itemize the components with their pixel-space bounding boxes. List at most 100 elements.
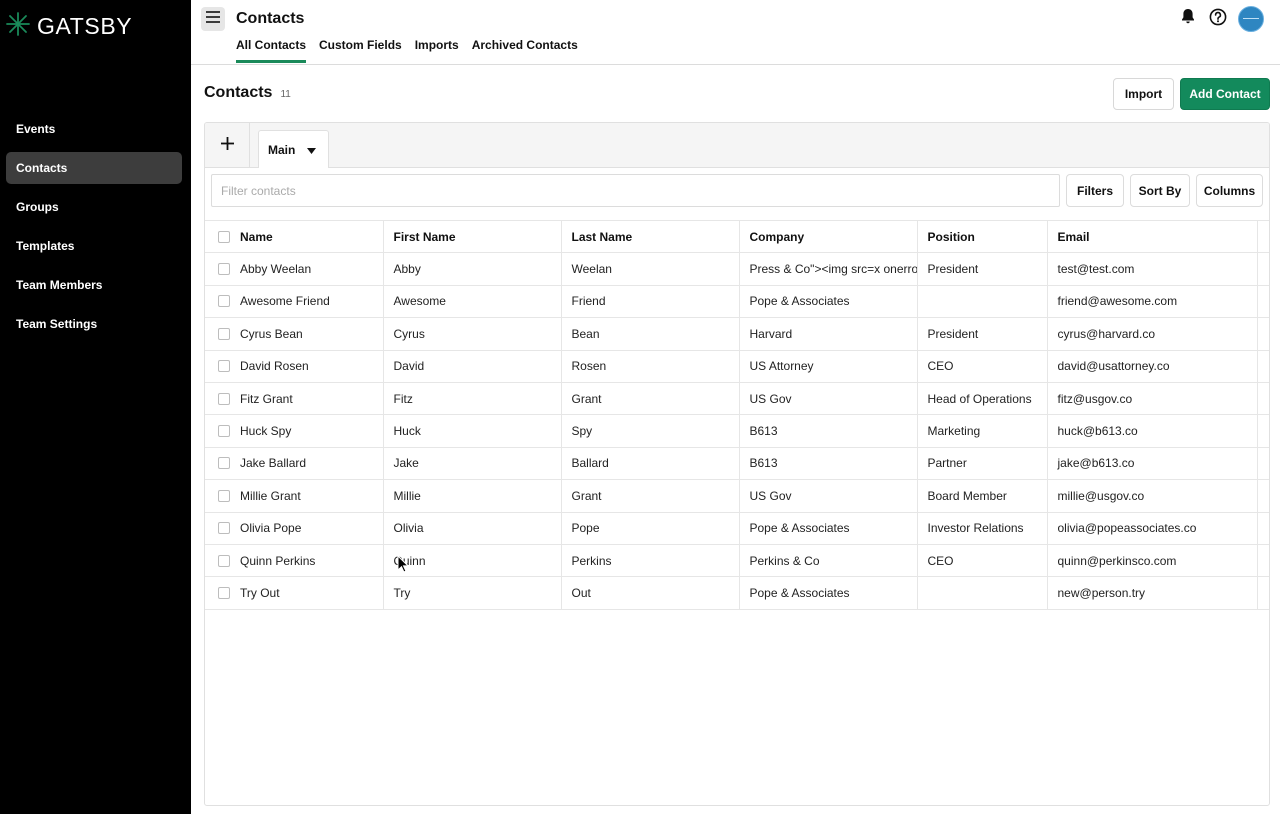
help-icon	[1209, 8, 1227, 31]
tab-archived-contacts[interactable]: Archived Contacts	[472, 38, 578, 63]
filters-button[interactable]: Filters	[1066, 174, 1124, 207]
table-row[interactable]: Cyrus Bean Cyrus Bean Harvard President cyrus…	[205, 317, 1269, 351]
row-checkbox[interactable]	[218, 586, 230, 599]
tab-imports[interactable]: Imports	[415, 38, 459, 63]
cell-company: Pope & Associates	[739, 285, 918, 319]
contact-name: Huck Spy	[240, 424, 292, 439]
cell-name: Quinn Perkins	[205, 544, 384, 578]
row-checkbox[interactable]	[218, 522, 230, 535]
view-tab-main[interactable]: Main	[258, 130, 329, 168]
header-actions	[1178, 6, 1264, 32]
table-row[interactable]: Olivia Pope Olivia Pope Pope & Associates In…	[205, 512, 1269, 545]
cell-email: david@usattorney.co	[1047, 350, 1258, 383]
cell-company: US Attorney	[739, 350, 918, 383]
cell-email: friend@awesome.com	[1047, 285, 1258, 319]
cell-name: Huck Spy	[205, 414, 384, 448]
table-row[interactable]: Quinn Perkins Quinn Perkins Perkins & Co CEO…	[205, 544, 1269, 578]
sidebar-item-contacts[interactable]: Contacts	[6, 152, 182, 184]
notifications-button[interactable]	[1178, 9, 1198, 29]
row-checkbox[interactable]	[218, 457, 230, 470]
cell-position: Head of Operations	[917, 382, 1048, 416]
column-header-label: Name	[240, 229, 273, 244]
column-header-first-name[interactable]: First Name	[383, 219, 562, 254]
import-button[interactable]: Import	[1113, 78, 1174, 110]
table-row[interactable]: Awesome Friend Awesome Friend Pope & Associ…	[205, 285, 1269, 319]
table-row[interactable]: Huck Spy Huck Spy B613 Marketing huck@b613.co	[205, 414, 1269, 448]
contact-name: Olivia Pope	[240, 521, 302, 536]
row-checkbox[interactable]	[218, 392, 230, 405]
cell-position	[917, 576, 1048, 610]
cell-first-name: Jake	[383, 447, 562, 481]
row-checkbox[interactable]	[218, 360, 230, 373]
help-button[interactable]	[1208, 8, 1228, 31]
filter-contacts-input[interactable]	[211, 174, 1060, 207]
cell-email: test@test.com	[1047, 252, 1258, 286]
tab-all-contacts[interactable]: All Contacts	[236, 38, 307, 63]
cell-email: millie@usgov.co	[1047, 479, 1258, 513]
sidebar-item-groups[interactable]: Groups	[6, 191, 182, 223]
cell-email: quinn@perkinsco.com	[1047, 544, 1258, 578]
select-all-checkbox[interactable]	[218, 230, 230, 243]
hamburger-menu-button[interactable]	[201, 7, 225, 31]
cell-last-name: Grant	[561, 382, 740, 416]
table-row[interactable]: David Rosen David Rosen US Attorney CEO david…	[205, 350, 1269, 383]
cell-email: fitz@usgov.co	[1047, 382, 1258, 416]
cell-last-name: Out	[561, 576, 740, 610]
contact-name: David Rosen	[240, 359, 309, 374]
row-checkbox[interactable]	[218, 263, 230, 276]
cell-name: Cyrus Bean	[205, 317, 384, 351]
cell-company: Pope & Associates	[739, 512, 918, 545]
cell-name: Fitz Grant	[205, 382, 384, 416]
cell-first-name: Quinn	[383, 544, 562, 578]
table-row[interactable]: Abby Weelan Abby Weelan Press & Co"><img sr…	[205, 252, 1269, 286]
app-root: GATSBY Events Contacts Groups Templates …	[0, 0, 1280, 814]
tab-custom-fields[interactable]: Custom Fields	[319, 38, 402, 63]
row-checkbox[interactable]	[218, 295, 230, 308]
table-row[interactable]: Millie Grant Millie Grant US Gov Board Membe…	[205, 479, 1269, 513]
cell-position: Board Member	[917, 479, 1048, 513]
columns-button[interactable]: Columns	[1196, 174, 1263, 207]
table-row[interactable]: Try Out Try Out Pope & Associates new@person…	[205, 576, 1269, 610]
row-checkbox[interactable]	[218, 327, 230, 340]
cell-company: US Gov	[739, 382, 918, 416]
sidebar-item-templates[interactable]: Templates	[6, 230, 182, 262]
view-tabs-bar: Main	[205, 123, 1269, 168]
cell-last-name: Pope	[561, 512, 740, 545]
cell-last-name: Perkins	[561, 544, 740, 578]
column-header-position[interactable]: Position	[917, 219, 1048, 254]
table-body: Abby Weelan Abby Weelan Press & Co"><img sr…	[205, 252, 1269, 610]
column-header-company[interactable]: Company	[739, 219, 918, 254]
row-checkbox[interactable]	[218, 425, 230, 438]
cell-spacer	[1257, 479, 1269, 513]
sort-by-button[interactable]: Sort By	[1130, 174, 1190, 207]
cell-last-name: Grant	[561, 479, 740, 513]
add-contact-button[interactable]: Add Contact	[1180, 78, 1270, 110]
cell-name: Millie Grant	[205, 479, 384, 513]
main-content: Contacts 11 Import Add Contact Main Filt…	[191, 65, 1280, 814]
row-checkbox[interactable]	[218, 489, 230, 502]
cell-last-name: Spy	[561, 414, 740, 448]
gatsby-asterisk-icon	[6, 11, 30, 41]
user-avatar[interactable]	[1238, 6, 1264, 32]
cell-first-name: Millie	[383, 479, 562, 513]
cell-last-name: Ballard	[561, 447, 740, 481]
sidebar-item-events[interactable]: Events	[6, 113, 182, 145]
sidebar-item-label: Events	[16, 122, 56, 136]
column-header-last-name[interactable]: Last Name	[561, 219, 740, 254]
contact-name: Awesome Friend	[240, 294, 330, 309]
table-row[interactable]: Fitz Grant Fitz Grant US Gov Head of Operati…	[205, 382, 1269, 416]
contacts-panel: Main Filters Sort By Columns	[204, 122, 1270, 806]
sidebar-item-team-members[interactable]: Team Members	[6, 269, 182, 301]
cell-name: Jake Ballard	[205, 447, 384, 481]
contact-name: Fitz Grant	[240, 391, 293, 406]
column-header-email[interactable]: Email	[1047, 219, 1258, 254]
add-view-button[interactable]	[205, 123, 250, 168]
cell-first-name: Olivia	[383, 512, 562, 545]
contact-name: Jake Ballard	[240, 456, 307, 471]
column-header-name[interactable]: Name	[205, 219, 384, 254]
row-checkbox[interactable]	[218, 554, 230, 567]
cell-name: Awesome Friend	[205, 285, 384, 319]
sidebar-item-team-settings[interactable]: Team Settings	[6, 308, 182, 340]
brand-logo[interactable]: GATSBY	[6, 10, 132, 42]
table-row[interactable]: Jake Ballard Jake Ballard B613 Partner jake@b…	[205, 447, 1269, 481]
